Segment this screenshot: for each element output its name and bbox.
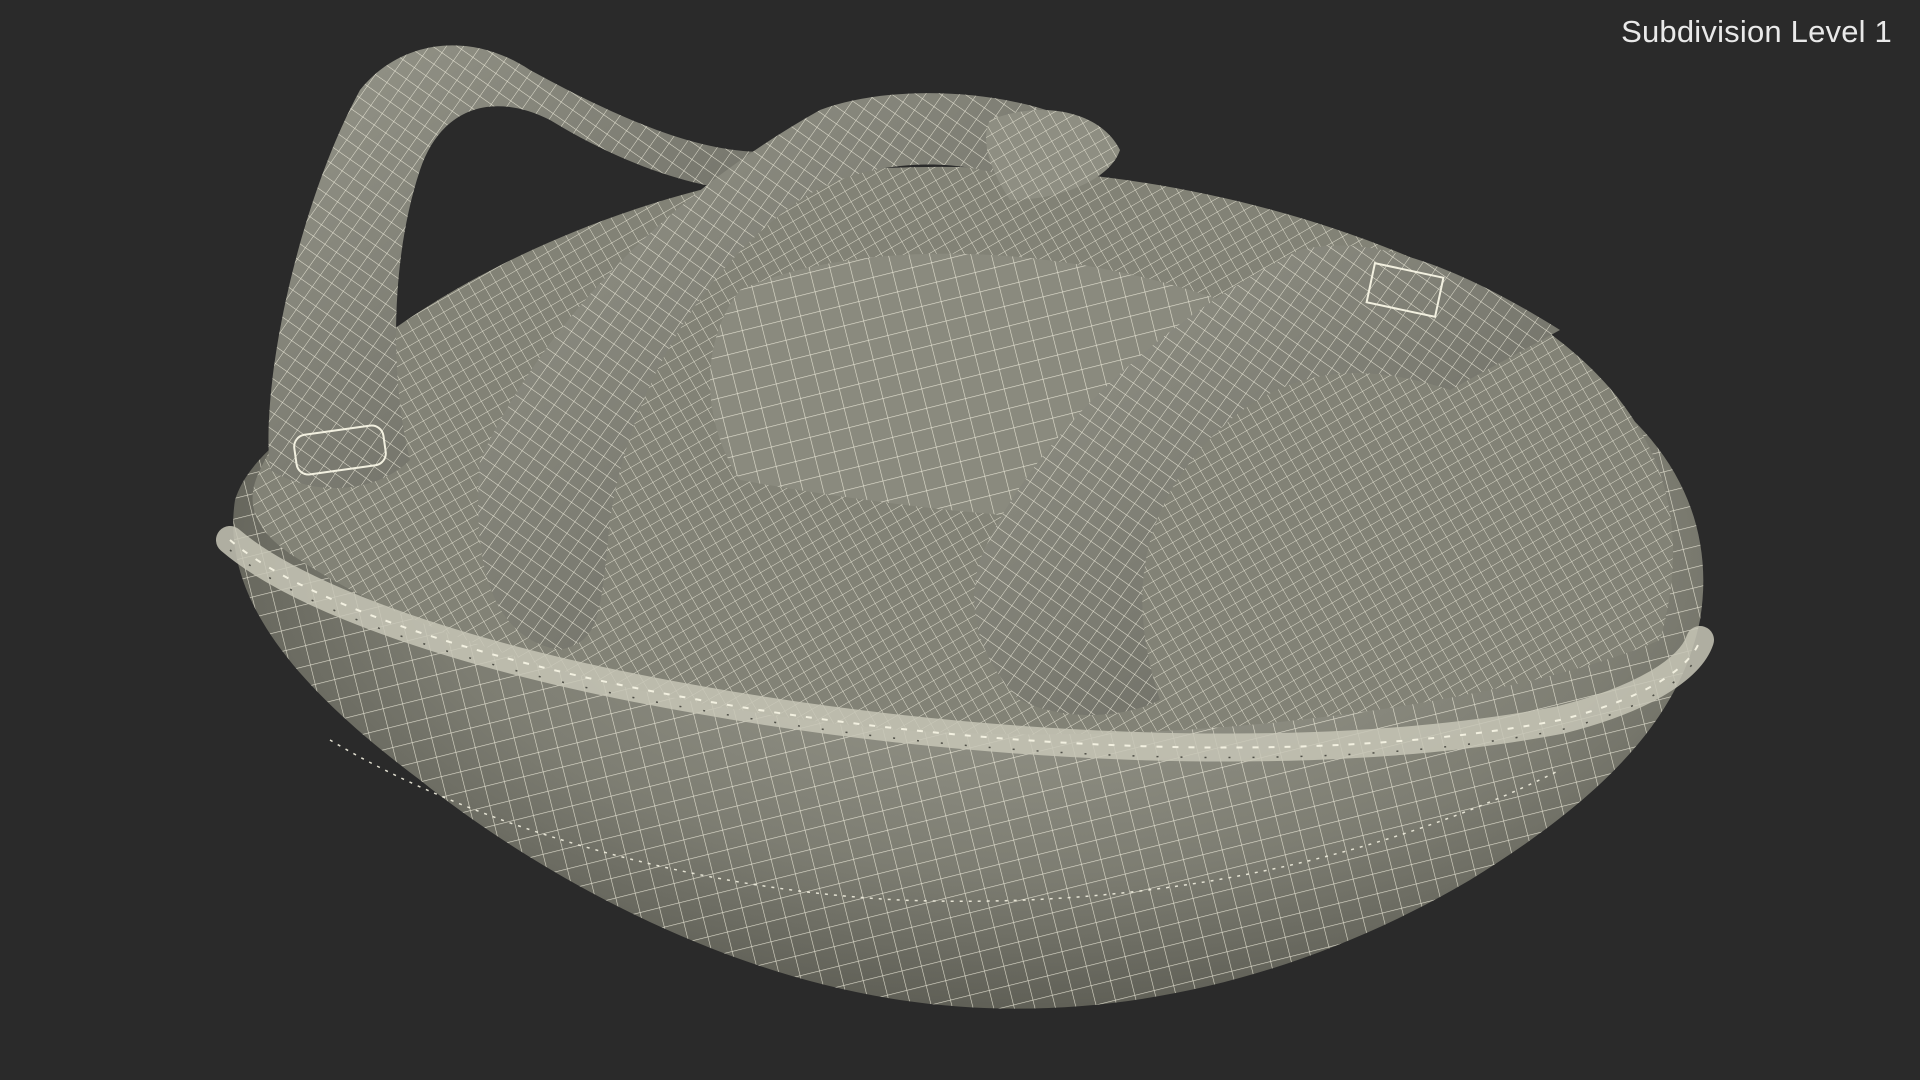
subdivision-level-label: Subdivision Level 1 — [1621, 14, 1892, 49]
wireframe-kick-pad-model — [216, 45, 1714, 1009]
viewport: Subdivision Level 1 — [0, 0, 1920, 1080]
